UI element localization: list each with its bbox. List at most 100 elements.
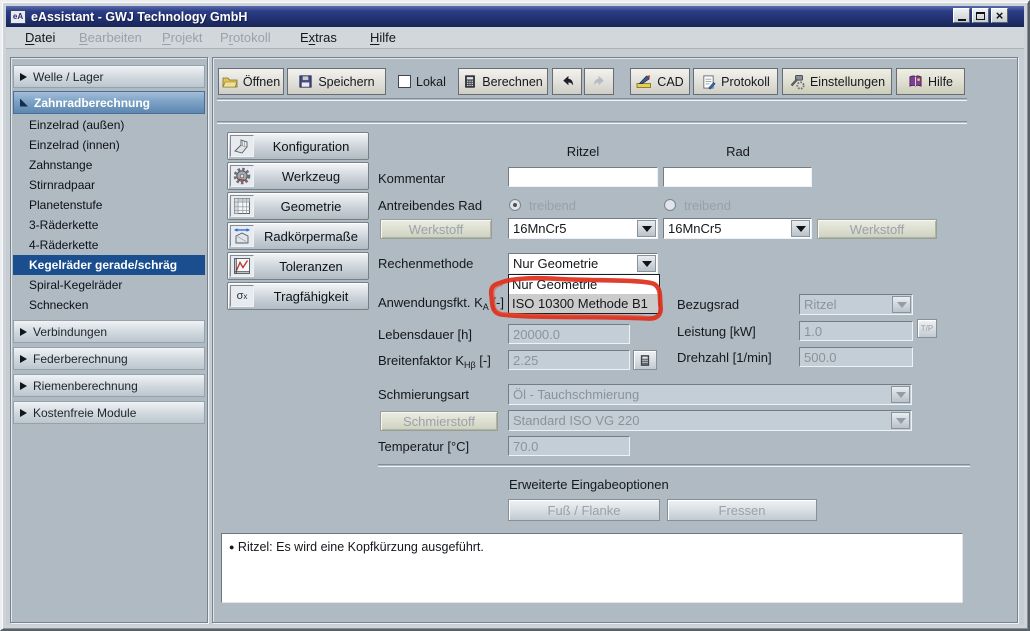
- help-button[interactable]: Hilfe: [896, 68, 965, 95]
- fuss-flanke-button: Fuß / Flanke: [508, 499, 660, 521]
- drehzahl-label: Drehzahl [1/min]: [677, 350, 772, 366]
- menu-hilfe[interactable]: Hilfe: [370, 29, 396, 47]
- redo-button: [584, 68, 614, 95]
- geometrie-label: Geometrie: [254, 199, 368, 214]
- maximize-icon: [976, 12, 985, 20]
- sidebar-item-3-raederkette[interactable]: 3-Räderkette: [13, 215, 205, 235]
- konfiguration-button[interactable]: Konfiguration: [227, 132, 369, 160]
- save-button[interactable]: Speichern: [287, 68, 386, 95]
- sidebar-item-kegelraeder-selected[interactable]: Kegelräder gerade/schräg: [13, 255, 205, 275]
- menu-datei[interactable]: Datei: [25, 29, 55, 47]
- radkoerpermasse-button[interactable]: Radkörpermaße: [227, 222, 369, 250]
- help-book-icon: [908, 74, 923, 89]
- rechenmethode-dropdown-list: Nur Geometrie ISO 10300 Methode B1: [508, 274, 660, 314]
- sidebar-item-einzelrad-aussen[interactable]: Einzelrad (außen): [13, 115, 205, 135]
- chevron-down-icon[interactable]: [637, 255, 656, 272]
- temperatur-label: Temperatur [°C]: [378, 439, 469, 455]
- protocol-button[interactable]: Protokoll: [693, 68, 778, 95]
- local-label: Lokal: [416, 75, 446, 89]
- sidebar-section-verbindungen[interactable]: Verbindungen: [13, 320, 205, 343]
- cad-button[interactable]: CAD: [630, 68, 690, 95]
- sidebar-section-kostenfreie-module[interactable]: Kostenfreie Module: [13, 401, 205, 424]
- sidebar-item-einzelrad-innen[interactable]: Einzelrad (innen): [13, 135, 205, 155]
- kommentar-ritzel-input[interactable]: [508, 167, 658, 187]
- bevel-gear-icon: [230, 135, 254, 157]
- local-checkbox[interactable]: [398, 75, 411, 88]
- sidebar-section-riemenberechnung[interactable]: Riemenberechnung: [13, 374, 205, 397]
- sidebar-section-federberechnung[interactable]: Federberechnung: [13, 347, 205, 370]
- rechenmethode-combobox[interactable]: Nur Geometrie: [508, 253, 658, 274]
- bezugsrad-combobox: Ritzel: [799, 294, 913, 315]
- minimize-button[interactable]: [953, 8, 970, 23]
- calculate-button[interactable]: Berechnen: [458, 68, 548, 95]
- konfiguration-label: Konfiguration: [254, 139, 368, 154]
- sidebar-section-label: Kostenfreie Module: [33, 406, 136, 420]
- bezugsrad-label: Bezugsrad: [677, 297, 739, 313]
- dropdown-option-nur-geometrie[interactable]: Nur Geometrie: [509, 275, 659, 294]
- sidebar-section-zahnradberechnung[interactable]: Zahnradberechnung: [13, 91, 205, 114]
- gear-tool-icon: [230, 165, 254, 187]
- werkstoff-rad-combobox[interactable]: 16MnCr5: [663, 218, 812, 239]
- protocol-label: Protokoll: [721, 75, 770, 89]
- floppy-disk-icon: [298, 74, 313, 89]
- chevron-down-icon[interactable]: [637, 220, 656, 237]
- advanced-options-title: Erweiterte Eingabeoptionen: [509, 477, 669, 493]
- bullet-icon: ●: [229, 542, 234, 552]
- chevron-right-icon: [20, 73, 27, 81]
- menu-bar: Datei Bearbeiten Projekt Protokoll Extra…: [6, 27, 1024, 49]
- breitenfaktor-calculator-button[interactable]: [633, 350, 657, 370]
- help-label: Hilfe: [928, 75, 953, 89]
- sidebar-section-label: Zahnradberechnung: [34, 96, 150, 110]
- sidebar-item-stirnradpaar[interactable]: Stirnradpaar: [13, 175, 205, 195]
- redo-icon: [592, 74, 607, 89]
- rechenmethode-label: Rechenmethode: [378, 256, 473, 272]
- undo-button[interactable]: [552, 68, 582, 95]
- close-icon: ×: [996, 10, 1004, 21]
- sidebar-item-4-raederkette[interactable]: 4-Räderkette: [13, 235, 205, 255]
- werkstoff-ritzel-combobox[interactable]: 16MnCr5: [508, 218, 658, 239]
- werkzeug-button[interactable]: Werkzeug: [227, 162, 369, 190]
- schmierstoff-button: Schmierstoff: [380, 411, 498, 431]
- menu-extras[interactable]: Extras: [300, 29, 337, 47]
- open-button[interactable]: Öffnen: [218, 68, 284, 95]
- toleranzen-button[interactable]: Toleranzen: [227, 252, 369, 280]
- kommentar-rad-input[interactable]: [663, 167, 812, 187]
- column-header-rad: Rad: [663, 144, 813, 160]
- sidebar-section-welle-lager[interactable]: Welle / Lager: [13, 65, 205, 88]
- toleranzen-label: Toleranzen: [254, 259, 368, 274]
- title-bar[interactable]: eA eAssistant - GWJ Technology GmbH: [6, 6, 1024, 27]
- menu-protokoll: Protokoll: [220, 29, 271, 47]
- menu-projekt: Projekt: [162, 29, 202, 47]
- fressen-button: Fressen: [667, 499, 817, 521]
- temperatur-input: 70.0: [508, 436, 630, 456]
- open-label: Öffnen: [243, 75, 280, 89]
- app-icon: eA: [10, 10, 26, 24]
- open-folder-icon: [222, 74, 238, 90]
- maximize-button[interactable]: [972, 8, 989, 23]
- sidebar-item-schnecken[interactable]: Schnecken: [13, 295, 205, 315]
- sidebar-item-zahnstange[interactable]: Zahnstange: [13, 155, 205, 175]
- chevron-down-icon[interactable]: [791, 220, 810, 237]
- sidebar-item-planetenstufe[interactable]: Planetenstufe: [13, 195, 205, 215]
- sidebar-section-label: Welle / Lager: [33, 70, 103, 84]
- advanced-separator: [378, 464, 970, 466]
- antreibendes-rad-label: Antreibendes Rad: [378, 198, 482, 214]
- dropdown-option-iso-10300[interactable]: ISO 10300 Methode B1: [509, 294, 659, 313]
- tragfaehigkeit-button[interactable]: σx Tragfähigkeit: [227, 282, 369, 310]
- chevron-right-icon: [20, 409, 27, 417]
- sigma-x-icon: σx: [230, 285, 254, 307]
- calculator-icon: [463, 74, 477, 89]
- sidebar-item-spiral-kegelraeder[interactable]: Spiral-Kegelräder: [13, 275, 205, 295]
- local-checkbox-group: Lokal: [398, 68, 446, 95]
- torque-power-toggle-button[interactable]: T/P: [917, 319, 937, 338]
- message-box: ● Ritzel: Es wird eine Kopfkürzung ausge…: [221, 533, 963, 603]
- settings-button[interactable]: Einstellungen: [782, 68, 892, 95]
- chevron-right-icon: [20, 328, 27, 336]
- geometrie-button[interactable]: Geometrie: [227, 192, 369, 220]
- close-button[interactable]: ×: [991, 8, 1008, 23]
- schmierungsart-combobox: Öl - Tauchschmierung: [508, 384, 912, 405]
- grid-icon: [230, 195, 254, 217]
- chevron-down-icon: [891, 412, 910, 429]
- dimension-arrow-icon: [230, 225, 254, 247]
- chevron-down-icon: [892, 296, 911, 313]
